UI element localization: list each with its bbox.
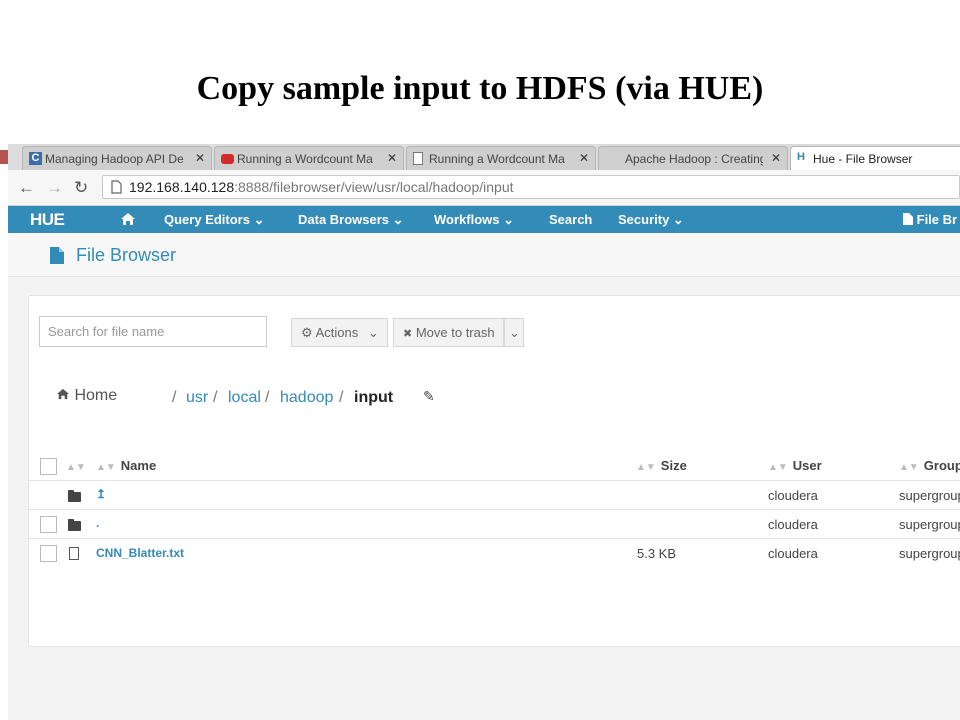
breadcrumb-separator: /	[172, 389, 177, 406]
row-checkbox[interactable]	[40, 516, 57, 533]
file-name-link[interactable]: ↥	[96, 487, 106, 501]
breadcrumb-separator: /	[339, 389, 344, 406]
nav-search[interactable]: Search	[549, 212, 592, 227]
nav-file-browser[interactable]: File Br	[903, 212, 957, 227]
browser-tab-5-active[interactable]: H Hue - File Browser	[790, 146, 960, 171]
file-name-link[interactable]: .	[96, 516, 99, 530]
folder-icon	[68, 519, 81, 531]
sort-checkbox-column-icon[interactable]: ▲▼	[66, 458, 91, 473]
browser-tab-1[interactable]: C Managing Hadoop API De ✕	[22, 146, 212, 170]
close-tab-icon[interactable]: ✕	[579, 151, 589, 165]
file-browser-icon	[50, 247, 64, 264]
file-icon	[903, 213, 913, 225]
file-name-link[interactable]: CNN_Blatter.txt	[96, 546, 184, 560]
file-browser-panel: Search for file name ⚙ Actions ⌄ ✖ Move …	[28, 295, 960, 647]
close-icon: ✖	[403, 328, 413, 340]
edit-path-icon[interactable]: ✎	[423, 388, 435, 405]
trash-options-dropdown[interactable]: ⌄	[504, 318, 524, 347]
column-header-name[interactable]: ▲▼ Name	[96, 458, 156, 473]
breadcrumb-separator: /	[265, 389, 270, 406]
nav-data-browsers[interactable]: Data Browsers ⌄	[298, 212, 404, 228]
url-host: 192.168.140.128	[129, 179, 235, 195]
browser-tab-4[interactable]: Apache Hadoop : Creating ✕	[598, 146, 788, 170]
breadcrumb-usr[interactable]: usr	[186, 389, 208, 407]
select-all-checkbox[interactable]	[40, 458, 57, 475]
browser-tab-3[interactable]: Running a Wordcount Ma ✕	[406, 146, 596, 170]
breadcrumb-home[interactable]: Home	[56, 387, 117, 405]
move-to-trash-button[interactable]: ✖ Move to trash	[393, 318, 504, 347]
column-header-group[interactable]: ▲▼ Group	[899, 458, 960, 473]
table-divider	[29, 538, 960, 539]
file-group: supergroup	[899, 488, 960, 503]
nav-query-editors[interactable]: Query Editors ⌄	[164, 212, 264, 228]
table-divider	[29, 509, 960, 510]
folder-icon	[68, 490, 81, 502]
page-title: File Browser	[76, 245, 177, 265]
tab-label: Hue - File Browser	[813, 152, 913, 166]
browser-window: C Managing Hadoop API De ✕ Running a Wor…	[8, 144, 960, 720]
nav-security[interactable]: Security ⌄	[618, 212, 684, 228]
breadcrumb-current: input	[354, 389, 394, 406]
column-header-size[interactable]: ▲▼ Size	[636, 458, 687, 473]
table-divider	[29, 480, 960, 481]
home-icon	[57, 388, 69, 400]
document-icon	[69, 547, 79, 560]
file-user: cloudera	[768, 546, 818, 561]
chevron-down-icon: ⌄	[509, 325, 520, 340]
gear-icon: ⚙	[301, 325, 313, 340]
column-header-user[interactable]: ▲▼ User	[768, 458, 822, 473]
breadcrumb-hadoop[interactable]: hadoop	[280, 389, 333, 407]
file-group: supergroup	[899, 517, 960, 532]
browser-toolbar: ← → ↻ 192.168.140.128:8888/filebrowser/v…	[8, 170, 960, 206]
file-size: 5.3 KB	[637, 546, 677, 561]
slide-title: Copy sample input to HDFS (via HUE)	[196, 70, 764, 107]
close-tab-icon[interactable]: ✕	[387, 151, 397, 165]
page-info-icon[interactable]	[111, 180, 122, 194]
close-tab-icon[interactable]: ✕	[771, 151, 781, 165]
tab-strip: C Managing Hadoop API De ✕ Running a Wor…	[8, 144, 960, 171]
page-header: File Browser	[8, 233, 960, 277]
hue-logo[interactable]: HUE	[30, 210, 65, 230]
chevron-down-icon: ⌄	[367, 325, 379, 340]
tab-label: Running a Wordcount Ma	[237, 152, 373, 166]
breadcrumb-separator: /	[213, 389, 218, 406]
address-bar[interactable]: 192.168.140.128:8888/filebrowser/view/us…	[102, 175, 960, 199]
row-checkbox[interactable]	[40, 545, 57, 562]
nav-workflows[interactable]: Workflows ⌄	[434, 212, 514, 228]
tab-label: Managing Hadoop API De	[45, 152, 183, 166]
close-tab-icon[interactable]: ✕	[195, 151, 205, 165]
home-icon[interactable]	[120, 212, 136, 226]
actions-button[interactable]: ⚙ Actions ⌄	[291, 318, 388, 347]
page-icon	[413, 152, 423, 165]
cloudera-c-icon: C	[29, 152, 42, 165]
hue-navbar: HUE Query Editors ⌄ Data Browsers ⌄ Work…	[8, 206, 960, 233]
file-user: cloudera	[768, 517, 818, 532]
reload-icon[interactable]: ↻	[74, 178, 88, 198]
file-user: cloudera	[768, 488, 818, 503]
tab-label: Running a Wordcount Ma	[429, 152, 565, 166]
forward-arrow-icon[interactable]: →	[46, 178, 63, 198]
tab-label: Apache Hadoop : Creating	[625, 152, 763, 166]
file-group: supergroup	[899, 546, 960, 561]
browser-tab-2[interactable]: Running a Wordcount Ma ✕	[214, 146, 404, 170]
hue-icon: H	[797, 151, 805, 163]
url-path: :8888/filebrowser/view/usr/local/hadoop/…	[234, 179, 514, 195]
back-arrow-icon[interactable]: ←	[18, 178, 35, 198]
breadcrumb-local[interactable]: local	[228, 389, 261, 407]
slide-accent-mark	[0, 150, 8, 164]
search-input[interactable]: Search for file name	[39, 316, 267, 347]
youtube-icon	[221, 154, 234, 164]
